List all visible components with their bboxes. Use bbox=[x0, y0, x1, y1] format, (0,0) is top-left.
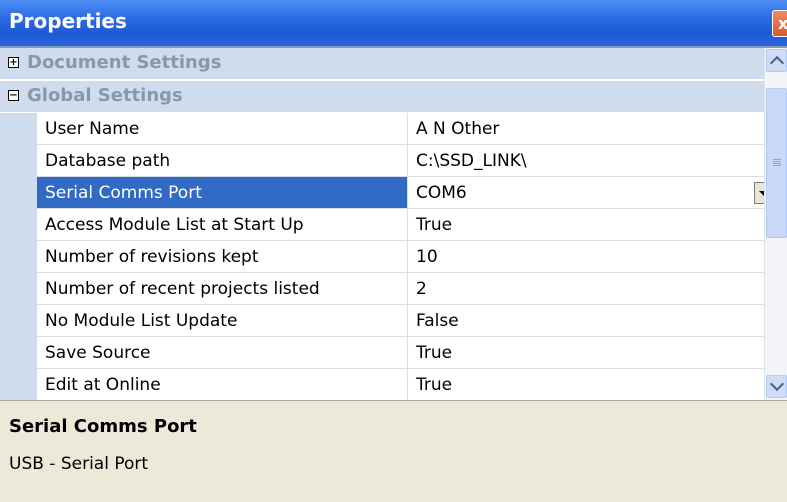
scroll-thumb[interactable] bbox=[766, 88, 787, 238]
property-value: 10 bbox=[416, 247, 438, 267]
property-row[interactable]: Access Module List at Start Up True bbox=[0, 209, 764, 241]
property-row-selected[interactable]: Serial Comms Port COM6 bbox=[0, 177, 764, 209]
property-name-cell[interactable]: User Name bbox=[37, 113, 407, 145]
property-name-cell[interactable]: Edit at Online bbox=[37, 369, 407, 400]
category-global-settings[interactable]: − Global Settings bbox=[0, 81, 764, 112]
property-name: Serial Comms Port bbox=[45, 183, 202, 203]
property-value: True bbox=[416, 215, 453, 235]
title-bar[interactable]: Properties x bbox=[0, 0, 787, 48]
property-name: Edit at Online bbox=[45, 375, 161, 395]
property-name: User Name bbox=[45, 119, 140, 139]
property-row[interactable]: Edit at Online True bbox=[0, 369, 764, 400]
property-value-cell[interactable]: True bbox=[408, 369, 764, 400]
row-gutter bbox=[0, 305, 37, 337]
property-name-cell[interactable]: Database path bbox=[37, 145, 407, 177]
property-value-dropdown[interactable]: COM6 bbox=[408, 177, 764, 209]
property-name: Number of revisions kept bbox=[45, 247, 259, 267]
property-value: True bbox=[416, 343, 453, 363]
property-name-cell[interactable]: Number of revisions kept bbox=[37, 241, 407, 273]
scroll-down-button[interactable] bbox=[766, 375, 787, 398]
property-value: 2 bbox=[416, 279, 427, 299]
properties-window: Properties x + Document Settings − Globa… bbox=[0, 0, 787, 502]
close-icon[interactable]: x bbox=[772, 10, 787, 37]
row-gutter bbox=[0, 145, 37, 177]
row-gutter bbox=[0, 241, 37, 273]
property-grid: + Document Settings − Global Settings Us… bbox=[0, 48, 764, 400]
property-value-cell[interactable]: True bbox=[408, 337, 764, 369]
property-value-cell[interactable]: 2 bbox=[408, 273, 764, 305]
property-value-cell[interactable]: False bbox=[408, 305, 764, 337]
property-name-cell[interactable]: Serial Comms Port bbox=[37, 177, 407, 209]
row-gutter bbox=[0, 113, 37, 145]
property-value: False bbox=[416, 311, 459, 331]
category-label: Global Settings bbox=[27, 85, 183, 106]
property-name-cell[interactable]: Access Module List at Start Up bbox=[37, 209, 407, 241]
property-value-cell[interactable]: C:\SSD_LINK\ bbox=[408, 145, 764, 177]
property-name: Access Module List at Start Up bbox=[45, 215, 304, 235]
row-gutter bbox=[0, 177, 37, 209]
property-name: No Module List Update bbox=[45, 311, 238, 331]
row-gutter bbox=[0, 273, 37, 305]
property-value-cell[interactable]: A N Other bbox=[408, 113, 764, 145]
scroll-up-button[interactable] bbox=[766, 49, 787, 72]
property-row[interactable]: Number of revisions kept 10 bbox=[0, 241, 764, 273]
vertical-scrollbar[interactable] bbox=[764, 48, 787, 400]
property-row[interactable]: User Name A N Other bbox=[0, 113, 764, 145]
category-document-settings[interactable]: + Document Settings bbox=[0, 48, 764, 79]
property-name: Number of recent projects listed bbox=[45, 279, 320, 299]
grip-icon bbox=[773, 159, 781, 160]
help-description: USB - Serial Port bbox=[9, 454, 149, 474]
help-panel: Serial Comms Port USB - Serial Port bbox=[0, 400, 787, 502]
dropdown-button[interactable] bbox=[754, 182, 764, 204]
scroll-up-icon bbox=[769, 55, 785, 71]
property-name-cell[interactable]: Number of recent projects listed bbox=[37, 273, 407, 305]
property-value: True bbox=[416, 375, 453, 395]
collapse-icon[interactable]: − bbox=[8, 90, 19, 101]
property-value: COM6 bbox=[416, 183, 467, 203]
help-title: Serial Comms Port bbox=[9, 416, 197, 437]
property-name-cell[interactable]: Save Source bbox=[37, 337, 407, 369]
row-gutter bbox=[0, 369, 37, 400]
property-row[interactable]: Save Source True bbox=[0, 337, 764, 369]
category-label: Document Settings bbox=[27, 52, 222, 73]
property-name-cell[interactable]: No Module List Update bbox=[37, 305, 407, 337]
property-row[interactable]: Database path C:\SSD_LINK\ bbox=[0, 145, 764, 177]
window-title: Properties bbox=[9, 9, 127, 33]
scroll-down-icon bbox=[769, 376, 785, 392]
property-value: A N Other bbox=[416, 119, 500, 139]
row-gutter bbox=[0, 209, 37, 241]
property-value-cell[interactable]: 10 bbox=[408, 241, 764, 273]
property-name: Database path bbox=[45, 151, 171, 171]
property-name: Save Source bbox=[45, 343, 151, 363]
expand-icon[interactable]: + bbox=[8, 57, 19, 68]
row-gutter bbox=[0, 337, 37, 369]
property-row[interactable]: No Module List Update False bbox=[0, 305, 764, 337]
property-row[interactable]: Number of recent projects listed 2 bbox=[0, 273, 764, 305]
property-value: C:\SSD_LINK\ bbox=[416, 151, 527, 171]
property-value-cell[interactable]: True bbox=[408, 209, 764, 241]
